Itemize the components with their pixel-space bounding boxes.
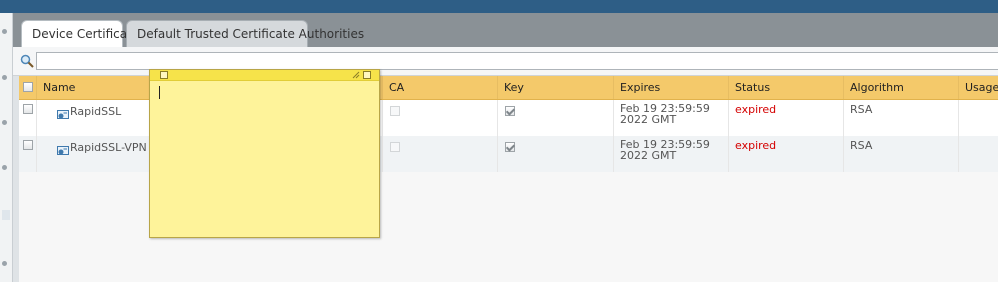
text-cursor	[159, 86, 160, 99]
nav-dot[interactable]	[2, 165, 7, 170]
row-select-cell	[19, 136, 36, 172]
nav-dot[interactable]	[2, 75, 7, 80]
key-cell	[497, 136, 613, 172]
nav-selected-marker	[2, 210, 10, 220]
usage-cell	[958, 100, 998, 136]
status-cell: expired	[728, 100, 843, 136]
column-header-usage[interactable]: Usage	[958, 76, 998, 99]
nav-dot[interactable]	[2, 29, 7, 34]
key-checkbox	[505, 142, 515, 152]
search-icon	[20, 54, 34, 68]
sticky-note-title-bar[interactable]	[150, 70, 379, 81]
tab-strip: Device Certificates Default Trusted Cert…	[13, 13, 998, 47]
certificate-icon	[57, 110, 69, 119]
expires-cell: Feb 19 23:59:59 2022 GMT	[613, 136, 728, 172]
row-checkbox[interactable]	[23, 104, 33, 114]
expires-cell: Feb 19 23:59:59 2022 GMT	[613, 100, 728, 136]
status-cell: expired	[728, 136, 843, 172]
algorithm-cell: RSA	[843, 136, 958, 172]
row-checkbox[interactable]	[23, 140, 33, 150]
algorithm-cell: RSA	[843, 100, 958, 136]
column-header-algorithm[interactable]: Algorithm	[843, 76, 959, 99]
tab-device-certificates[interactable]: Device Certificates	[21, 20, 145, 47]
sticky-expand-icon[interactable]	[363, 71, 371, 79]
ca-checkbox	[390, 106, 400, 116]
search-input[interactable]	[36, 52, 998, 70]
tab-default-trusted-certificate-authorities[interactable]: Default Trusted Certificate Authorities	[126, 20, 364, 47]
select-all-cell	[19, 76, 36, 99]
certificate-name[interactable]: RapidSSL-VPN	[70, 141, 147, 154]
sticky-note[interactable]	[149, 69, 380, 238]
column-header-status[interactable]: Status	[728, 76, 844, 99]
column-header-ca[interactable]: CA	[382, 76, 498, 99]
certificate-icon	[57, 146, 69, 155]
row-select-cell	[19, 100, 36, 136]
key-checkbox	[505, 106, 515, 116]
usage-cell	[958, 136, 998, 172]
key-cell	[497, 100, 613, 136]
top-header-bar	[0, 0, 998, 13]
ca-checkbox	[390, 142, 400, 152]
select-all-checkbox[interactable]	[23, 82, 33, 92]
sticky-resize-icon[interactable]	[352, 71, 360, 79]
certificate-name[interactable]: RapidSSL	[70, 105, 121, 118]
nav-dot[interactable]	[2, 261, 7, 266]
nav-dot[interactable]	[2, 120, 7, 125]
ca-cell	[382, 136, 497, 172]
column-header-expires[interactable]: Expires	[613, 76, 729, 99]
column-header-key[interactable]: Key	[497, 76, 613, 99]
left-navigation-rail	[0, 13, 13, 282]
sticky-close-icon[interactable]	[160, 71, 168, 79]
ca-cell	[382, 100, 497, 136]
